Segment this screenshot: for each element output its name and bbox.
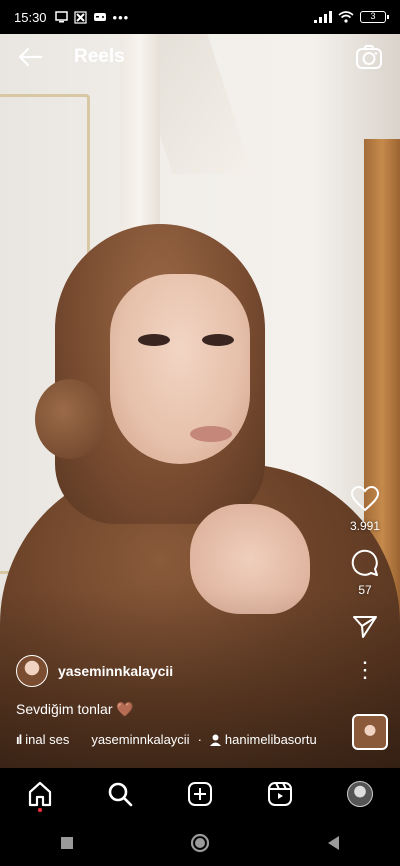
status-right-icons: 3	[314, 11, 389, 23]
audio-row[interactable]: ıl inal ses yaseminnkalaycii · hanimelib…	[16, 732, 336, 747]
comment-icon[interactable]	[349, 547, 381, 579]
reels-icon[interactable]	[260, 774, 300, 814]
notification-dot	[38, 808, 42, 812]
action-rail: 3.991 57 ⋮	[346, 483, 384, 681]
create-icon[interactable]	[180, 774, 220, 814]
audio-bars-icon: ıl	[16, 732, 22, 747]
recents-icon[interactable]	[47, 823, 87, 863]
share-icon[interactable]	[349, 611, 381, 643]
wifi-icon	[338, 11, 354, 23]
lips	[190, 426, 232, 442]
audio-label[interactable]: inal ses	[25, 732, 69, 747]
reels-header: Reels	[0, 34, 400, 80]
comment-count[interactable]: 57	[358, 583, 371, 597]
heart-icon[interactable]	[349, 483, 381, 515]
audio-separator: ·	[197, 732, 202, 747]
screen-icon	[54, 11, 68, 23]
status-left-icons: •••	[54, 9, 130, 25]
page-title: Reels	[74, 46, 125, 67]
signal-icon	[314, 11, 332, 23]
username[interactable]: yaseminnkalaycii	[58, 663, 173, 679]
camera-icon[interactable]	[354, 42, 384, 72]
system-nav	[0, 820, 400, 866]
profile-avatar[interactable]	[340, 774, 380, 814]
bottom-nav	[0, 768, 400, 820]
search-icon[interactable]	[100, 774, 140, 814]
caption[interactable]: Sevdiğim tonlar 🤎	[16, 701, 336, 718]
game-icon	[93, 13, 106, 21]
left-eye	[138, 334, 170, 346]
hijab-bun	[35, 379, 105, 459]
status-bar: 15:30 ••• 3	[0, 0, 400, 34]
user-row: yaseminnkalaycii	[16, 655, 336, 687]
home-circle-icon[interactable]	[180, 823, 220, 863]
arrow-left-icon[interactable]	[16, 43, 44, 71]
tagged-user[interactable]: hanimelibasortu	[225, 732, 317, 747]
more-icon[interactable]: ⋮	[354, 659, 376, 681]
person-icon	[209, 734, 221, 746]
avatar[interactable]	[16, 655, 48, 687]
right-eye	[202, 334, 234, 346]
back-triangle-icon[interactable]	[313, 823, 353, 863]
audio-user[interactable]: yaseminnkalaycii	[91, 732, 189, 747]
status-time: 15:30	[14, 9, 47, 25]
home-icon[interactable]	[20, 774, 60, 814]
like-count[interactable]: 3.991	[350, 519, 380, 533]
profile-avatar-image	[347, 781, 373, 807]
more-dots-icon: •••	[112, 9, 130, 25]
tiktok-icon	[73, 10, 87, 24]
audio-thumbnail[interactable]	[352, 714, 388, 750]
post-meta: yaseminnkalaycii Sevdiğim tonlar 🤎 ıl in…	[16, 655, 336, 747]
battery-icon: 3	[360, 11, 389, 23]
